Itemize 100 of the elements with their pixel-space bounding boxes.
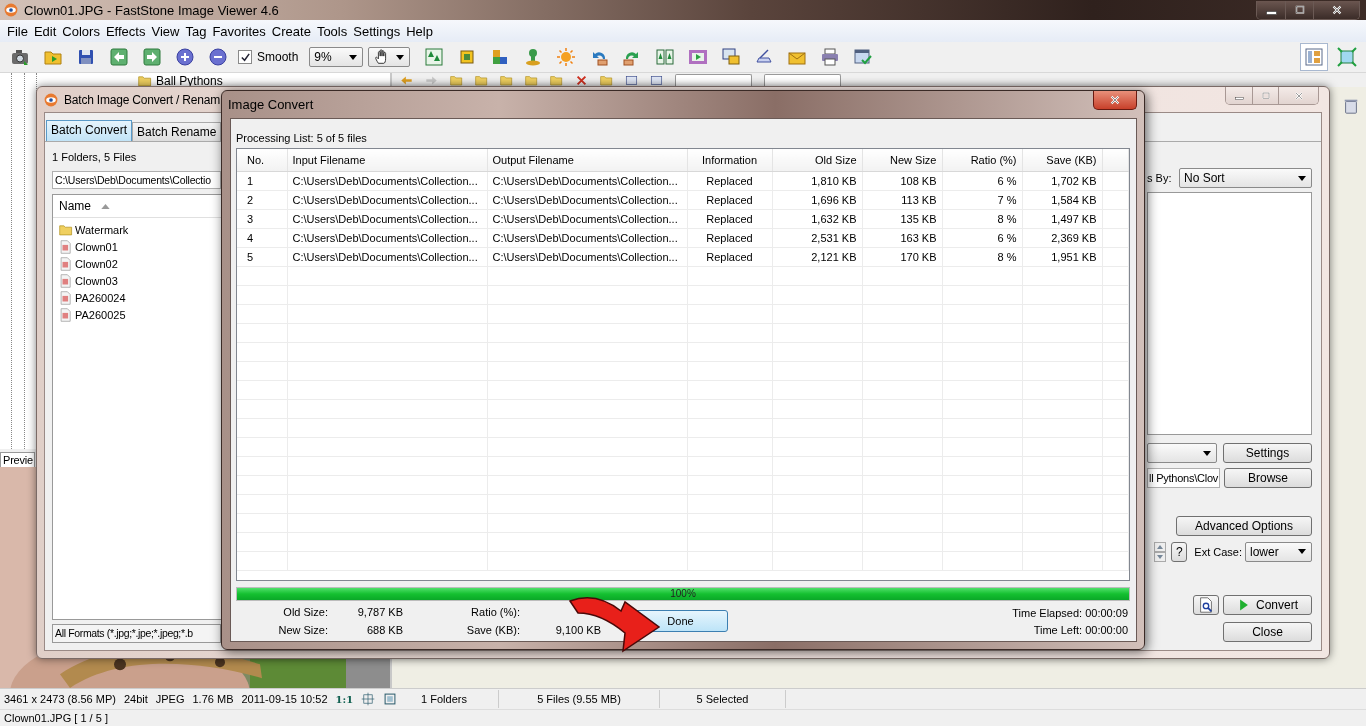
zoom-out-icon[interactable] bbox=[208, 47, 228, 67]
advanced-options-button[interactable]: Advanced Options bbox=[1176, 516, 1312, 536]
menu-item[interactable]: Help bbox=[403, 23, 436, 39]
sort-dropdown[interactable]: No Sort bbox=[1179, 168, 1312, 188]
column-header[interactable]: Input Filename bbox=[292, 154, 366, 166]
image-info: 2011-09-15 10:52 bbox=[241, 693, 328, 705]
zoom-dropdown[interactable]: 9% bbox=[309, 47, 364, 67]
menu-item[interactable]: Settings bbox=[350, 23, 404, 39]
fit-width-icon[interactable] bbox=[361, 692, 376, 706]
output-folder-field[interactable]: ll Pythons\Clov bbox=[1147, 468, 1220, 488]
path-field[interactable]: C:\Users\Deb\Documents\Collectio bbox=[52, 171, 221, 189]
window-title: Clown01.JPG - FastStone Image Viewer 4.6 bbox=[24, 2, 279, 18]
delete-icon[interactable] bbox=[575, 73, 588, 87]
folder-item[interactable]: Ball Pythons bbox=[156, 74, 223, 88]
menu-item[interactable]: Edit bbox=[30, 23, 60, 39]
sort-icon bbox=[101, 203, 110, 209]
table-cell: C:\Users\Deb\Documents\Collection... bbox=[292, 213, 478, 225]
printer-icon[interactable] bbox=[820, 47, 841, 67]
browse-button[interactable]: Browse bbox=[1224, 468, 1312, 488]
menu-item[interactable]: Effects bbox=[102, 23, 149, 39]
list-entry[interactable]: Watermark bbox=[75, 223, 129, 236]
maximize-button[interactable] bbox=[1285, 0, 1313, 19]
format-dropdown[interactable] bbox=[1147, 443, 1217, 463]
settings-button[interactable]: Settings bbox=[1223, 443, 1312, 463]
folder-icon[interactable] bbox=[600, 73, 613, 87]
table-cell: 1,584 KB bbox=[1051, 194, 1097, 206]
list-entry[interactable]: PA260025 bbox=[75, 308, 126, 321]
folder-icon[interactable] bbox=[525, 73, 538, 87]
table-cell: 5 bbox=[247, 251, 254, 263]
menu-item[interactable]: View bbox=[148, 23, 183, 39]
save-icon[interactable] bbox=[76, 47, 96, 67]
table-cell: 2,121 KB bbox=[811, 251, 857, 263]
convert-button[interactable]: Convert bbox=[1223, 595, 1312, 615]
camera-icon[interactable] bbox=[10, 47, 30, 67]
pan-mode-dropdown[interactable] bbox=[368, 47, 411, 67]
folder-icon[interactable] bbox=[500, 73, 513, 87]
caret-icon bbox=[1298, 549, 1306, 554]
list-entry[interactable]: Clown02 bbox=[75, 257, 118, 270]
folder-icon[interactable] bbox=[475, 73, 488, 87]
list-entry[interactable]: Clown01 bbox=[75, 240, 118, 253]
spin-buttons[interactable] bbox=[1154, 541, 1167, 562]
close-icon bbox=[1292, 89, 1305, 102]
view-icon[interactable] bbox=[625, 73, 638, 87]
fullscreen-icon[interactable] bbox=[1337, 47, 1357, 67]
menu-item[interactable]: Create bbox=[268, 23, 314, 39]
view-icon[interactable] bbox=[650, 73, 663, 87]
close-button[interactable] bbox=[1093, 91, 1137, 110]
table-cell: 135 KB bbox=[900, 213, 937, 225]
menu-item[interactable]: Favorites bbox=[209, 23, 269, 39]
monitor-icon[interactable] bbox=[721, 47, 742, 67]
film-icon[interactable] bbox=[688, 47, 709, 67]
folder-icon[interactable] bbox=[450, 73, 463, 87]
tab[interactable]: Batch Rename bbox=[132, 122, 222, 142]
table-cell: 4 bbox=[247, 232, 254, 244]
column-header[interactable]: Name bbox=[59, 199, 91, 213]
stat-label: New Size: bbox=[277, 623, 328, 637]
format-filter-dropdown[interactable]: All Formats (*.jpg;*.jpe;*.jpeg;*.b bbox=[52, 624, 221, 643]
image-file-icon bbox=[59, 307, 73, 322]
caret-icon bbox=[349, 54, 358, 60]
processing-status: Processing List: 5 of 5 files bbox=[236, 132, 368, 146]
sort-dropdown[interactable] bbox=[764, 73, 841, 87]
trees-image-icon[interactable] bbox=[424, 47, 445, 67]
ext-case-label: Ext Case: bbox=[1194, 545, 1242, 558]
table-cell: 6 % bbox=[997, 232, 1017, 244]
filter-dropdown[interactable] bbox=[675, 73, 752, 87]
calendar-check-icon[interactable] bbox=[853, 47, 874, 67]
scale-label[interactable]: 1:1 bbox=[335, 693, 354, 705]
menu-item[interactable]: Tools bbox=[313, 23, 351, 39]
image-info: JPEG bbox=[155, 693, 185, 705]
window-title: Batch Image Convert / Renam bbox=[64, 92, 220, 107]
ext-case-dropdown[interactable]: lower bbox=[1245, 541, 1312, 562]
smooth-checkbox[interactable] bbox=[238, 50, 252, 64]
menu-item[interactable]: File bbox=[4, 23, 31, 39]
zoom-in-icon[interactable] bbox=[175, 47, 195, 67]
folder-icon[interactable] bbox=[550, 73, 563, 87]
table-cell: 8 % bbox=[997, 213, 1017, 225]
column-header[interactable]: No. bbox=[247, 154, 265, 166]
table-cell: 113 KB bbox=[901, 194, 937, 206]
stat-value: 9,100 KB bbox=[555, 623, 601, 636]
trash-icon[interactable] bbox=[1342, 97, 1360, 115]
table-cell: 2 bbox=[247, 194, 254, 206]
list-entry[interactable]: Clown03 bbox=[75, 274, 118, 287]
table-cell: C:\Users\Deb\Documents\Collection... bbox=[492, 213, 678, 225]
menu-item[interactable]: Colors bbox=[59, 23, 103, 39]
table-cell: C:\Users\Deb\Documents\Collection... bbox=[292, 232, 478, 244]
compare-icon[interactable] bbox=[655, 47, 676, 67]
table-cell: C:\Users\Deb\Documents\Collection... bbox=[292, 175, 478, 187]
table-cell: 2,531 KB bbox=[811, 232, 857, 244]
close-button[interactable]: Close bbox=[1223, 622, 1312, 642]
preview-button[interactable] bbox=[1193, 595, 1219, 615]
table-cell: 1,497 KB bbox=[1051, 213, 1097, 225]
preview-tab[interactable]: Previe bbox=[0, 452, 35, 467]
tab[interactable]: Batch Convert bbox=[46, 120, 133, 142]
fit-screen-icon[interactable] bbox=[383, 692, 398, 706]
close-button[interactable] bbox=[1313, 0, 1359, 19]
list-entry[interactable]: PA260024 bbox=[75, 291, 126, 304]
help-button[interactable]: ? bbox=[1171, 541, 1188, 562]
minimize-button[interactable] bbox=[1257, 0, 1285, 19]
table-cell: 1 bbox=[247, 175, 254, 187]
menu-item[interactable]: Tag bbox=[182, 23, 210, 39]
